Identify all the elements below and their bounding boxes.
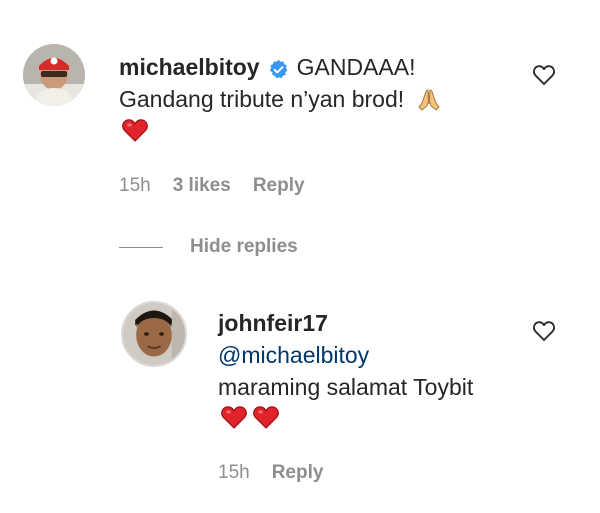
comment-second-line: Gandang tribute n’yan brod! xyxy=(119,84,442,115)
heart-outline-icon xyxy=(533,321,555,341)
truncated-previous-content: · · · · · xyxy=(220,0,360,8)
hide-replies-label: Hide replies xyxy=(190,236,298,257)
reply-avatar[interactable] xyxy=(121,301,187,367)
reply-text: maraming salamat Toybit xyxy=(218,374,474,400)
reply-username-line: johnfeir17 xyxy=(218,308,328,339)
comment-username[interactable]: michaelbitoy xyxy=(119,52,260,83)
reply-mention-line: @michaelbitoy xyxy=(218,340,369,371)
red-heart-emoji xyxy=(252,404,280,430)
verified-badge-icon xyxy=(268,57,289,79)
comment-text-line1: GANDAAA! xyxy=(296,54,416,80)
avatar-photo xyxy=(23,44,85,106)
comment-meta: 15h 3 likes Reply xyxy=(119,175,305,197)
folded-hands-emoji xyxy=(416,87,442,113)
comment-reply-button[interactable]: Reply xyxy=(253,175,305,197)
red-heart-emoji xyxy=(121,117,149,143)
red-heart-emoji xyxy=(220,404,248,430)
reply-mention-link[interactable]: @michaelbitoy xyxy=(218,342,369,368)
avatar[interactable] xyxy=(23,44,85,106)
thread-divider-line xyxy=(119,246,163,248)
reply-username[interactable]: johnfeir17 xyxy=(218,310,328,336)
reply-reply-button[interactable]: Reply xyxy=(272,462,324,484)
avatar-photo xyxy=(123,303,185,365)
reply-time[interactable]: 15h xyxy=(218,462,250,484)
hide-replies-button[interactable]: Hide replies xyxy=(119,236,298,258)
comment-time[interactable]: 15h xyxy=(119,175,151,197)
reply-heart-emojis xyxy=(220,404,280,430)
like-reply-button[interactable] xyxy=(532,320,556,342)
like-comment-button[interactable] xyxy=(532,64,556,86)
comment-heart-emojis xyxy=(121,117,149,143)
comment-first-line: michaelbitoy GANDAAA! xyxy=(119,52,415,83)
heart-outline-icon xyxy=(533,65,555,85)
comment-likes[interactable]: 3 likes xyxy=(173,175,231,197)
comment-text-line2: Gandang tribute n’yan brod! xyxy=(119,86,405,112)
reply-meta: 15h Reply xyxy=(218,462,323,484)
